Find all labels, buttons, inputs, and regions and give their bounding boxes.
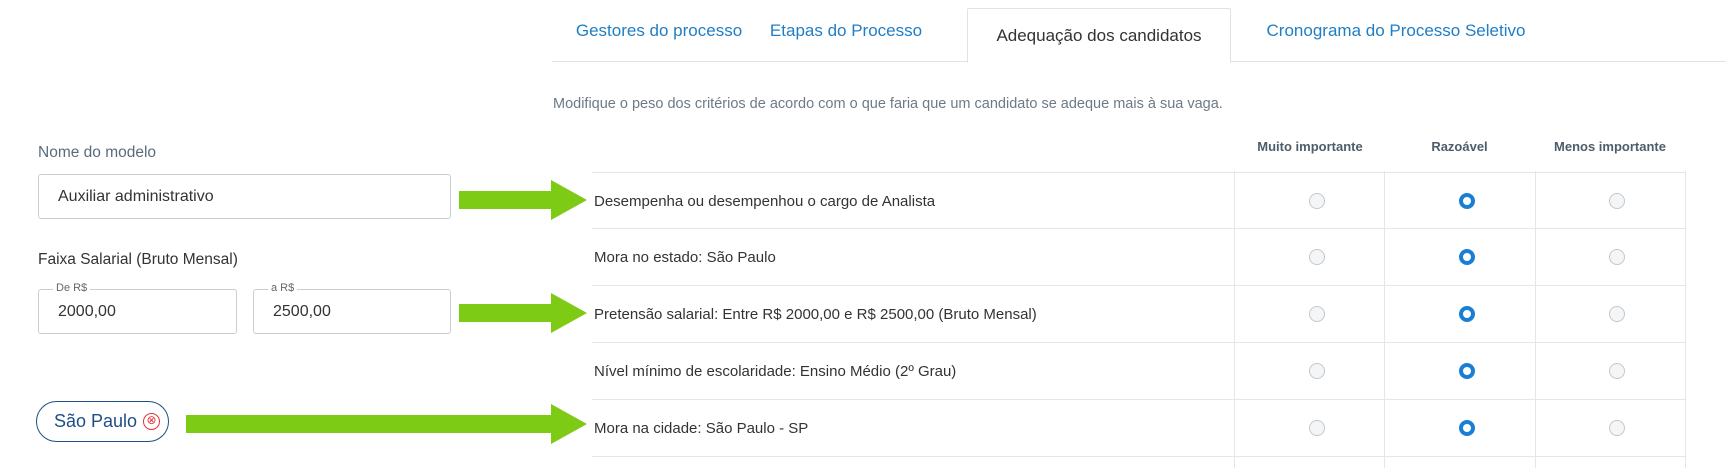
- criteria-label: Pretensão salarial: Entre R$ 2000,00 e R…: [594, 306, 1037, 323]
- right-arrow-icon: [459, 293, 587, 333]
- criteria-row: Mora na cidade: São Paulo - SP: [592, 400, 1686, 457]
- radio-menos-importante[interactable]: [1609, 363, 1625, 379]
- criteria-label: Mora na cidade: São Paulo - SP: [594, 420, 809, 437]
- radio-menos-importante[interactable]: [1609, 420, 1625, 436]
- radio-razoavel[interactable]: [1459, 193, 1475, 209]
- column-header-menos-importante: Menos importante: [1554, 139, 1666, 154]
- tab-adequacao-dos-candidatos[interactable]: Adequação dos candidatos: [967, 8, 1231, 63]
- radio-razoavel[interactable]: [1459, 363, 1475, 379]
- radio-muito-importante[interactable]: [1309, 249, 1325, 265]
- salary-to-value: 2500,00: [273, 302, 331, 320]
- model-name-input[interactable]: Auxiliar administrativo: [38, 174, 451, 219]
- radio-muito-importante[interactable]: [1309, 306, 1325, 322]
- criteria-row: Pretensão salarial: Entre R$ 2000,00 e R…: [592, 286, 1686, 343]
- radio-razoavel[interactable]: [1459, 306, 1475, 322]
- right-arrow-icon: [186, 404, 587, 444]
- criteria-row: Nível mínimo de escolaridade: Ensino Méd…: [592, 343, 1686, 400]
- criteria-label: Desempenha ou desempenhou o cargo de Ana…: [594, 193, 936, 210]
- tab-cronograma-do-processo-seletivo[interactable]: Cronograma do Processo Seletivo: [1231, 0, 1561, 62]
- criteria-label: Nível mínimo de escolaridade: Ensino Méd…: [594, 363, 957, 380]
- criteria-label: Mora no estado: São Paulo: [594, 249, 776, 266]
- column-header-razoavel: Razoável: [1431, 139, 1488, 154]
- salary-to-field[interactable]: a R$ 2500,00: [253, 282, 451, 334]
- location-chip: São Paulo ⊗: [36, 401, 169, 442]
- tab-etapas-do-processo[interactable]: Etapas do Processo: [766, 0, 926, 62]
- radio-muito-importante[interactable]: [1309, 420, 1325, 436]
- radio-menos-importante[interactable]: [1609, 306, 1625, 322]
- tab-bar: Gestores do processo Etapas do Processo …: [552, 0, 1726, 63]
- salary-to-legend: a R$: [268, 282, 298, 294]
- column-header-muito-importante: Muito importante: [1257, 139, 1363, 154]
- radio-menos-importante[interactable]: [1609, 249, 1625, 265]
- salary-range-label: Faixa Salarial (Bruto Mensal): [38, 251, 238, 268]
- salary-from-field[interactable]: De R$ 2000,00: [38, 282, 237, 334]
- criteria-description: Modifique o peso dos critérios de acordo…: [553, 96, 1223, 112]
- radio-muito-importante[interactable]: [1309, 193, 1325, 209]
- criteria-row: Mora no estado: São Paulo: [592, 229, 1686, 286]
- radio-razoavel[interactable]: [1459, 249, 1475, 265]
- tab-gestores-do-processo[interactable]: Gestores do processo: [552, 0, 766, 62]
- criteria-row: Desempenha ou desempenhou o cargo de Ana…: [592, 172, 1686, 229]
- radio-muito-importante[interactable]: [1309, 363, 1325, 379]
- salary-from-value: 2000,00: [58, 302, 116, 320]
- model-name-label: Nome do modelo: [38, 144, 157, 161]
- close-circle-icon[interactable]: ⊗: [143, 413, 160, 430]
- right-arrow-icon: [459, 180, 587, 220]
- radio-razoavel[interactable]: [1459, 420, 1475, 436]
- radio-menos-importante[interactable]: [1609, 193, 1625, 209]
- salary-from-legend: De R$: [53, 282, 91, 294]
- location-chip-label: São Paulo: [54, 411, 138, 431]
